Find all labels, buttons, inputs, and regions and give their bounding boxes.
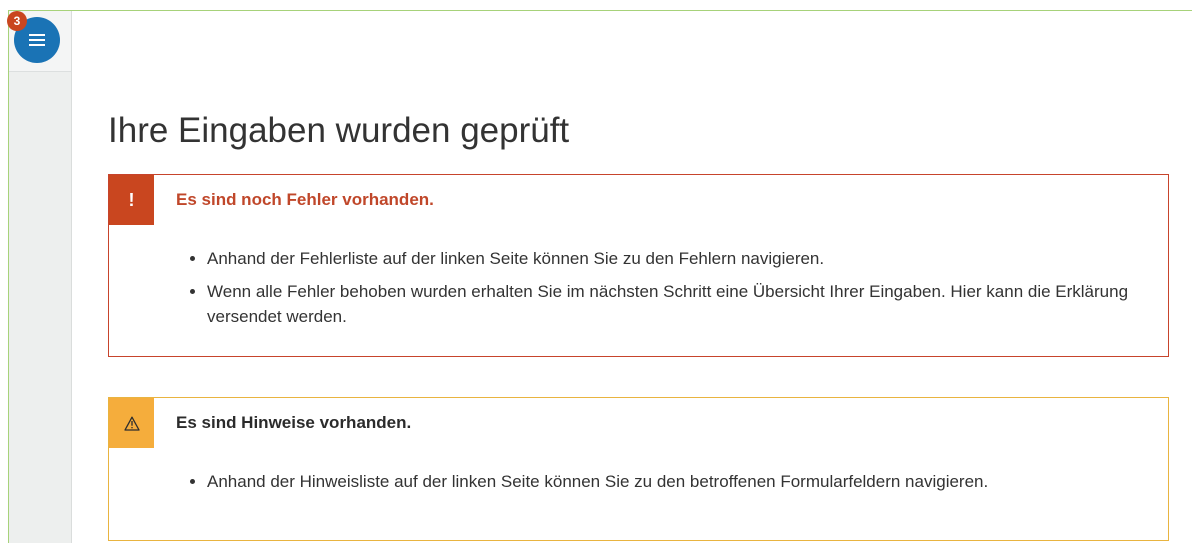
error-notice-list: Anhand der Fehlerliste auf der linken Se… (185, 246, 1157, 337)
sidebar (9, 11, 72, 543)
frame-top-border (8, 10, 1192, 11)
list-item: Anhand der Fehlerliste auf der linken Se… (207, 246, 1157, 271)
warning-notice-title: Es sind Hinweise vorhanden. (176, 413, 412, 432)
warning-notice-list: Anhand der Hinweisliste auf der linken S… (185, 469, 1107, 502)
page-title: Ihre Eingaben wurden geprüft (108, 111, 570, 150)
list-item: Anhand der Hinweisliste auf der linken S… (207, 469, 1107, 494)
error-notice-title: Es sind noch Fehler vorhanden. (176, 190, 434, 209)
warning-notice: Es sind Hinweise vorhanden. Anhand der H… (108, 397, 1169, 541)
list-item: Wenn alle Fehler behoben wurden erhalten… (207, 279, 1157, 329)
error-notice: ! Es sind noch Fehler vorhanden. Anhand … (108, 174, 1169, 357)
error-count-badge: 3 (7, 11, 27, 31)
warning-icon (109, 398, 154, 448)
exclamation-icon: ! (109, 175, 154, 225)
menu-icon (29, 34, 45, 46)
